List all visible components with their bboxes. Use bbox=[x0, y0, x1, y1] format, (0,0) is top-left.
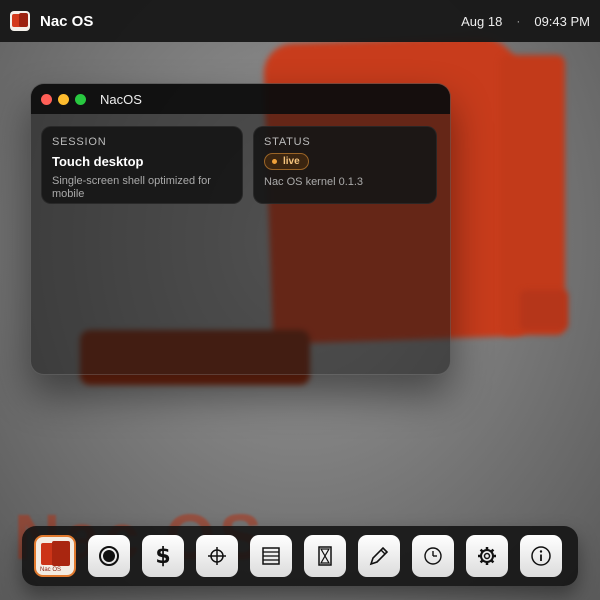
minimize-window-button[interactable] bbox=[58, 93, 69, 105]
clock-icon bbox=[424, 547, 442, 565]
dock-target[interactable] bbox=[196, 535, 238, 577]
dock-finance[interactable]: $ bbox=[142, 535, 184, 577]
status-badge-text: live bbox=[283, 156, 300, 167]
dock-timer[interactable] bbox=[304, 535, 346, 577]
window-title: NacOS bbox=[100, 91, 142, 107]
menu-separator: · bbox=[516, 14, 521, 28]
kernel-version: Nac OS kernel 0.1.3 bbox=[264, 176, 364, 188]
menu-date[interactable]: Aug 18 bbox=[461, 14, 502, 29]
session-description: Single-screen shell optimized for mobile bbox=[52, 175, 211, 200]
session-heading: Touch desktop bbox=[52, 154, 144, 169]
dock-record[interactable] bbox=[88, 535, 130, 577]
record-icon bbox=[99, 546, 119, 566]
maximize-window-button[interactable] bbox=[75, 93, 86, 105]
status-badge: live bbox=[264, 153, 309, 170]
nacos-app-icon-shape bbox=[52, 541, 70, 566]
menu-bar: Nac OS Aug 18 · 09:43 PM bbox=[0, 0, 600, 42]
session-label: SESSION bbox=[52, 136, 107, 148]
nacos-app-tiny-label: Nac OS bbox=[40, 567, 62, 573]
live-dot-icon bbox=[272, 159, 277, 164]
dock-settings[interactable] bbox=[466, 535, 508, 577]
app-logo-icon[interactable] bbox=[10, 11, 30, 31]
nacos-window: NacOS SESSION Touch desktop Single-scree… bbox=[30, 83, 451, 375]
gear-icon bbox=[478, 547, 496, 565]
list-icon bbox=[262, 547, 280, 565]
window-content: SESSION Touch desktop Single-screen shel… bbox=[31, 114, 450, 216]
crosshair-icon bbox=[208, 547, 226, 565]
status-card: STATUS live Nac OS kernel 0.1.3 bbox=[253, 126, 437, 204]
app-title[interactable]: Nac OS bbox=[40, 13, 93, 30]
hourglass-icon bbox=[318, 546, 332, 566]
close-window-button[interactable] bbox=[41, 93, 52, 105]
dock-info[interactable] bbox=[520, 535, 562, 577]
pencil-icon bbox=[369, 546, 389, 566]
menu-clock[interactable]: 09:43 PM bbox=[534, 14, 590, 29]
wallpaper-logo-shape bbox=[520, 290, 568, 330]
dock-nacos-app[interactable]: Nac OS bbox=[34, 535, 76, 577]
dock-editor[interactable] bbox=[358, 535, 400, 577]
dock-clock[interactable] bbox=[412, 535, 454, 577]
dock-list[interactable] bbox=[250, 535, 292, 577]
dollar-icon: $ bbox=[155, 543, 171, 569]
status-label: STATUS bbox=[264, 136, 311, 148]
window-titlebar[interactable]: NacOS bbox=[31, 84, 450, 114]
session-card: SESSION Touch desktop Single-screen shel… bbox=[41, 126, 243, 204]
info-icon bbox=[531, 546, 551, 566]
dock: Nac OS $ bbox=[22, 526, 578, 586]
